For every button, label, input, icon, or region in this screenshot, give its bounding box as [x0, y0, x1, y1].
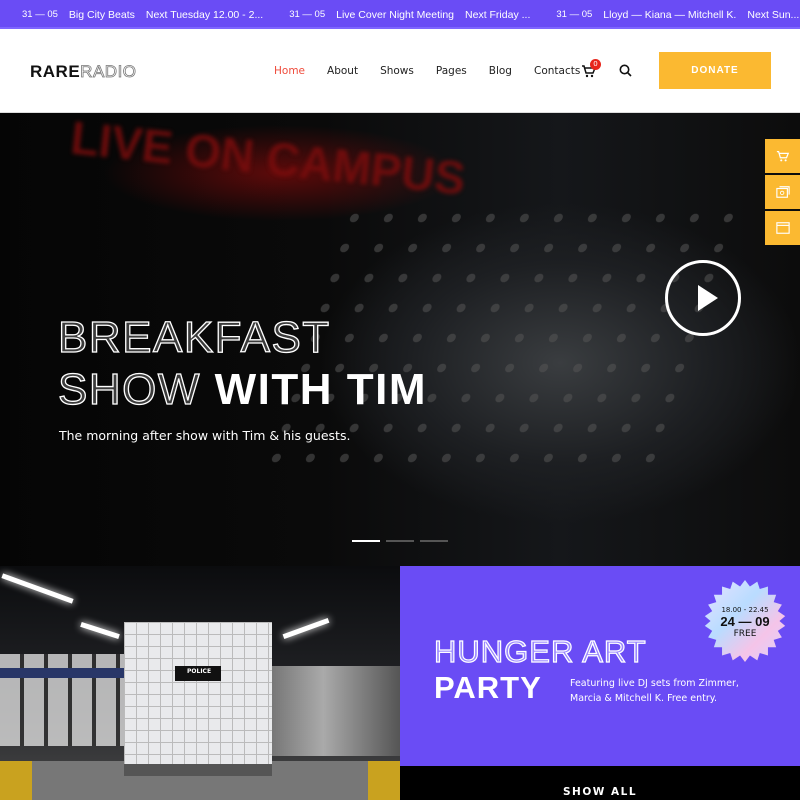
hero-title-fill: WITH TIM: [214, 365, 428, 414]
play-button[interactable]: [665, 260, 741, 336]
hero-title-line1: BREAKFAST: [57, 312, 331, 362]
ceiling-light: [1, 573, 74, 604]
ticker-bar: 31 — 05 Big City Beats Next Tuesday 12.0…: [0, 0, 800, 29]
logo-outline: RADIO: [80, 62, 137, 82]
event-date-badge: 18.00 - 22.45 24 — 09 FREE: [704, 580, 786, 662]
hero-title: BREAKFAST SHOW WITH TIM: [57, 312, 428, 416]
subway-photo: POLICE: [0, 566, 400, 800]
slide-dot-1[interactable]: [352, 540, 380, 542]
event-title-outline: HUNGER ART: [433, 633, 647, 669]
ticker-title[interactable]: Lloyd — Kiana — Mitchell K.: [603, 9, 736, 21]
ceiling-light: [80, 621, 120, 640]
slide-dot-2[interactable]: [386, 540, 414, 542]
cart-icon: [776, 151, 789, 162]
side-gallery-button[interactable]: [765, 175, 800, 209]
ticker-title[interactable]: Big City Beats: [69, 9, 135, 21]
nav-home[interactable]: Home: [274, 65, 305, 77]
ticker-time: Next Friday ...: [465, 9, 531, 21]
subway-train: [272, 666, 400, 756]
cart-count-badge: 0: [590, 59, 601, 70]
slider-pagination: [352, 540, 448, 542]
event-card[interactable]: HUNGER ART PARTY Featuring live DJ sets …: [400, 566, 800, 766]
nav-pages[interactable]: Pages: [436, 65, 467, 77]
ticker-date: 31 — 05: [556, 9, 593, 20]
image-icon: [775, 186, 790, 198]
event-time: 18.00 - 22.45: [721, 606, 769, 614]
ticker-time: Next Tuesday 12.00 - 2...: [145, 9, 264, 21]
nav-blog[interactable]: Blog: [489, 65, 512, 77]
slide-dot-3[interactable]: [420, 540, 448, 542]
hero-title-outline: SHOW: [57, 364, 201, 414]
event-description: Featuring live DJ sets from Zimmer, Marc…: [570, 678, 739, 704]
pillar-base: [124, 764, 272, 776]
event-price: FREE: [733, 629, 757, 639]
side-cart-button[interactable]: [765, 139, 800, 173]
logo[interactable]: RARERADIO: [30, 62, 137, 82]
nav-contacts[interactable]: Contacts: [534, 65, 580, 77]
main-nav: Home About Shows Pages Blog Contacts: [274, 65, 602, 77]
subway-wall: [0, 654, 124, 746]
tiled-pillar: [124, 622, 272, 774]
nav-shows[interactable]: Shows: [380, 65, 414, 77]
hero-subtitle: The morning after show with Tim & his gu…: [59, 428, 351, 443]
police-sign: POLICE: [175, 666, 221, 681]
hero-neon-sign: LIVE ON CAMPUS: [68, 113, 468, 205]
show-all-button[interactable]: SHOW ALL: [400, 766, 800, 800]
browser-icon: [775, 222, 790, 234]
logo-bold: RARE: [30, 62, 81, 81]
ticker-time: Next Sun...: [747, 9, 800, 21]
event-title-fill: PARTY: [434, 670, 542, 705]
donate-button[interactable]: DONATE: [659, 52, 771, 89]
site-header: RARERADIO Home About Shows Pages Blog Co…: [0, 29, 800, 113]
ticker-date: 31 — 05: [22, 9, 58, 20]
ticker-title[interactable]: Live Cover Night Meeting: [336, 9, 454, 21]
search-icon[interactable]: [619, 64, 632, 77]
ticker-date: 31 — 05: [289, 9, 326, 20]
ceiling-light: [282, 617, 330, 640]
event-date: 24 — 09: [720, 614, 770, 629]
nav-about[interactable]: About: [327, 65, 358, 77]
side-browser-button[interactable]: [765, 211, 800, 245]
